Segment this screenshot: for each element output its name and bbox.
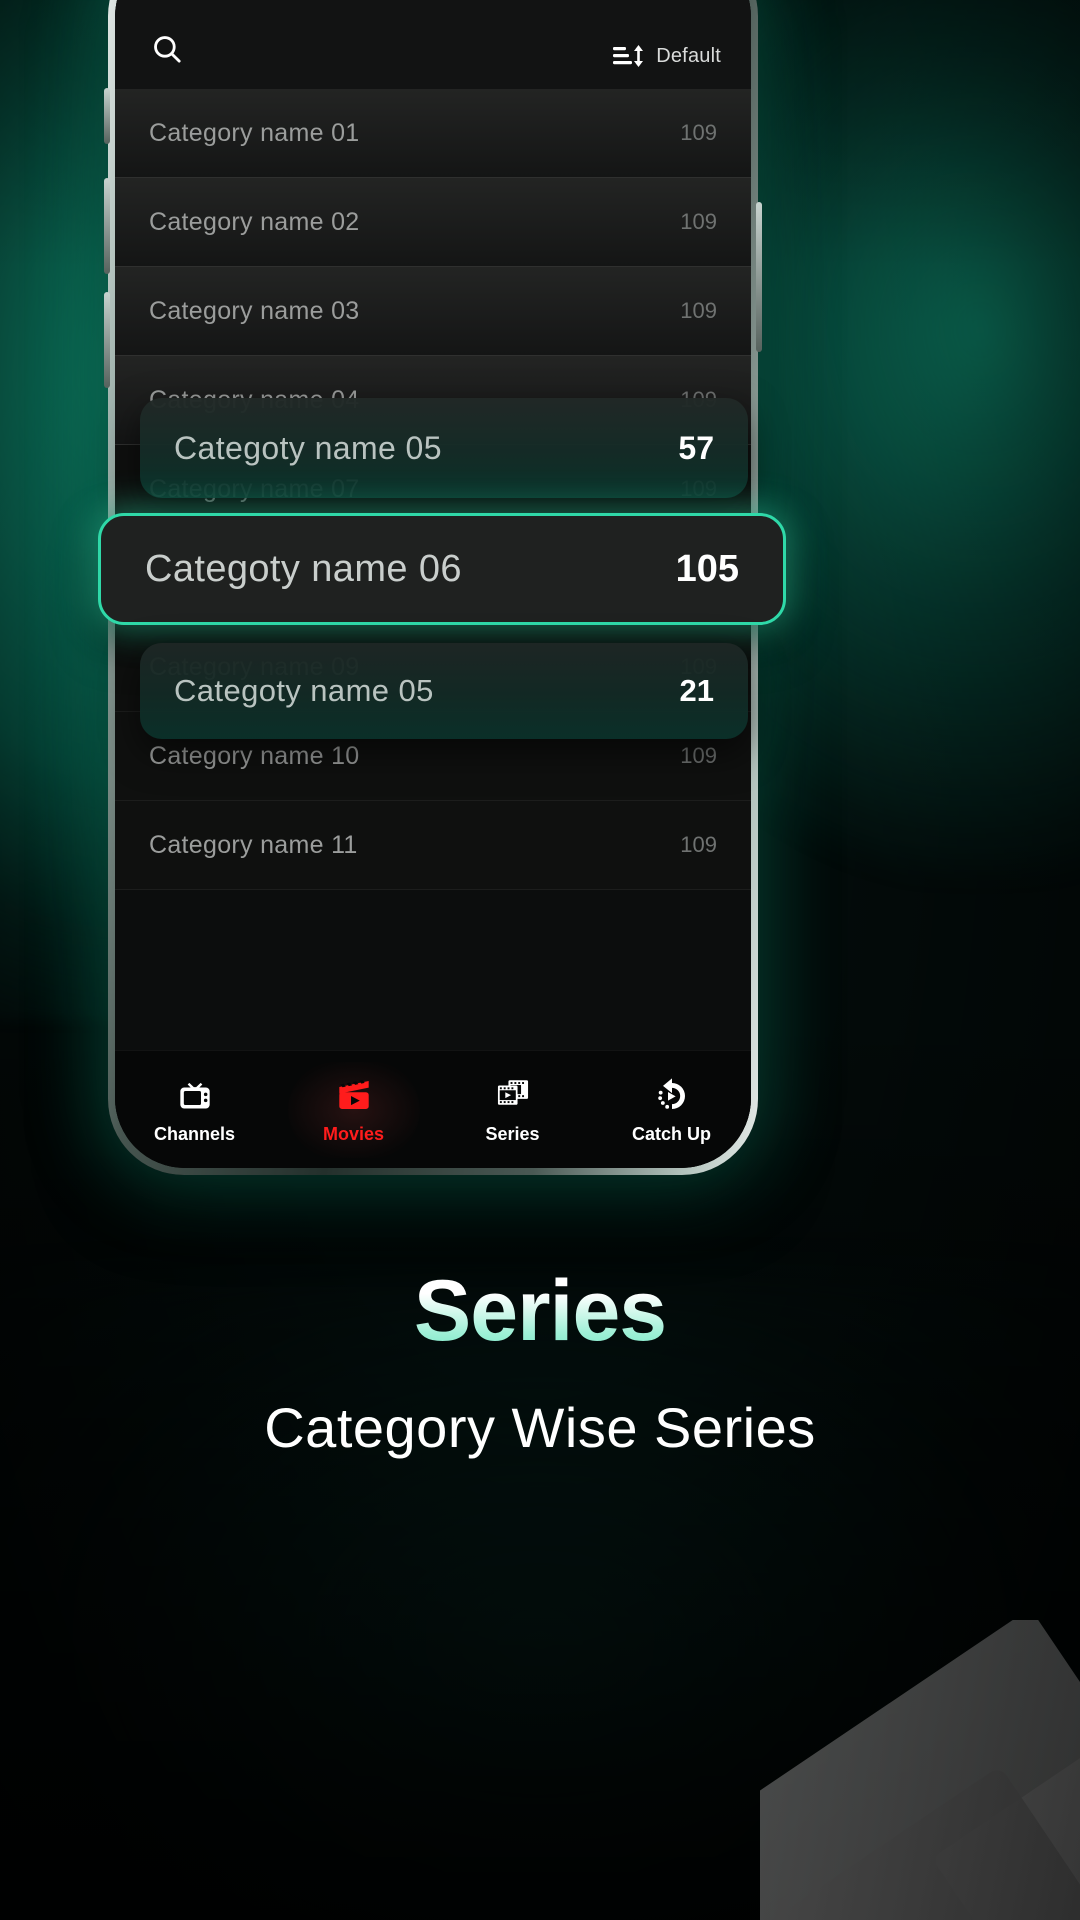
- search-button[interactable]: [145, 27, 189, 71]
- table-row[interactable]: Category name 01 109: [115, 89, 751, 178]
- selected-category-card[interactable]: Categoty name 06 105: [98, 513, 786, 625]
- category-name: Category name 10: [149, 741, 360, 770]
- category-name: Category name 01: [149, 118, 360, 147]
- page-subtitle: Category Wise Series: [264, 1396, 816, 1459]
- nav-label: Movies: [322, 1124, 385, 1144]
- nav-item-channels[interactable]: Channels: [129, 1074, 261, 1145]
- category-count: 105: [675, 547, 739, 590]
- category-name: Category name 11: [149, 830, 358, 859]
- table-row[interactable]: Category name 11 109: [115, 801, 751, 890]
- category-name: Categoty name 05: [174, 429, 442, 466]
- category-name: Categoty name 05: [174, 673, 434, 708]
- magnified-category-card[interactable]: Categoty name 05 57: [140, 398, 748, 498]
- nav-item-movies[interactable]: Movies: [287, 1062, 420, 1158]
- table-row[interactable]: Category name 03 109: [115, 267, 751, 356]
- sort-icon: [613, 45, 644, 67]
- category-name: Categoty name 06: [145, 547, 462, 590]
- sort-control[interactable]: Default: [612, 41, 721, 71]
- category-count: 109: [680, 743, 717, 768]
- clapperboard-icon: [333, 1074, 375, 1116]
- category-name: Category name 02: [149, 207, 360, 236]
- nav-label: Channels: [153, 1124, 236, 1144]
- sort-label: Default: [656, 44, 721, 67]
- nav-label: Catch Up: [631, 1124, 711, 1144]
- nav-item-series[interactable]: Series: [447, 1074, 579, 1145]
- nav-item-catch-up[interactable]: Catch Up: [606, 1074, 738, 1145]
- search-icon: [154, 36, 181, 63]
- category-count: 109: [680, 298, 717, 323]
- bottom-navigation: Channels Movies Series Catch Up: [115, 1050, 751, 1168]
- replay-icon: [652, 1074, 692, 1116]
- phone-button-power: [756, 202, 762, 352]
- tv-icon: [175, 1074, 215, 1116]
- category-count: 109: [680, 209, 717, 234]
- phone-button-volume-down: [104, 292, 110, 388]
- nav-label: Series: [485, 1124, 540, 1144]
- phone-button-silent: [104, 88, 110, 144]
- phone-button-volume-up: [104, 178, 110, 274]
- table-row[interactable]: Category name 02 109: [115, 178, 751, 267]
- category-count: 109: [680, 832, 717, 857]
- magnified-category-card[interactable]: Categoty name 05 21: [140, 643, 748, 739]
- category-count: 21: [679, 673, 714, 708]
- film-strip-icon: [492, 1074, 534, 1116]
- category-count: 109: [680, 120, 717, 145]
- page-title: Series: [0, 1262, 1080, 1361]
- app-topbar: Default: [115, 0, 751, 89]
- category-count: 57: [678, 429, 714, 466]
- category-name: Category name 03: [149, 296, 360, 325]
